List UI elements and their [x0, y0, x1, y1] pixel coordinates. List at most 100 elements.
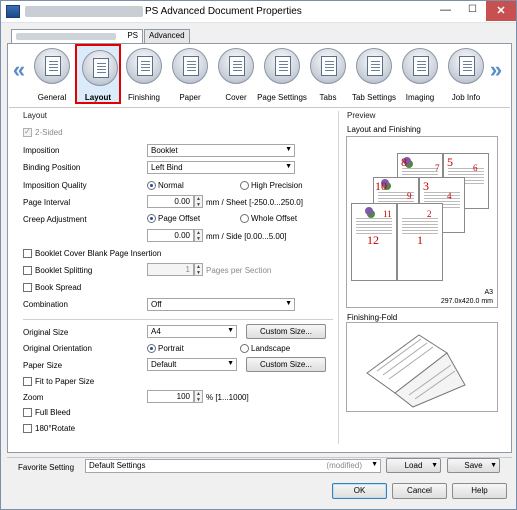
- book-spread-checkbox[interactable]: [23, 283, 32, 292]
- dialog-window: PS Advanced Document Properties — ☐ ✕ PS…: [0, 0, 517, 510]
- zoom-stepper[interactable]: ▲ ▼: [194, 390, 203, 403]
- custom-size-button-original[interactable]: Custom Size...: [246, 324, 326, 339]
- favorite-setting-select[interactable]: Default Settings (modified) ▼: [85, 459, 381, 473]
- imposition-select[interactable]: Booklet ▼: [147, 144, 295, 157]
- paper-icon: [172, 48, 208, 84]
- category-job-info[interactable]: Job Info: [443, 44, 489, 104]
- page-number: 11: [383, 209, 392, 219]
- creep-adjustment-label: Creep Adjustment: [23, 215, 87, 224]
- orientation-portrait-radio[interactable]: [147, 344, 156, 353]
- load-button[interactable]: Load ▼: [386, 458, 441, 473]
- creep-value-input[interactable]: 0.00: [147, 229, 194, 242]
- category-general[interactable]: General: [29, 44, 75, 104]
- maximize-button[interactable]: ☐: [459, 1, 486, 21]
- pages-per-section-stepper[interactable]: ▲ ▼: [194, 263, 203, 276]
- general-icon: [34, 48, 70, 84]
- original-size-select[interactable]: A4 ▼: [147, 325, 237, 338]
- folded-booklet-icon: [366, 334, 466, 408]
- layout-section-title: Layout: [23, 111, 48, 120]
- page-number: 3: [423, 179, 429, 193]
- tabs-icon: [310, 48, 346, 84]
- load-label: Load: [404, 461, 423, 470]
- zoom-label: Zoom: [23, 393, 44, 402]
- quality-high-label: High Precision: [251, 181, 303, 190]
- full-bleed-label: Full Bleed: [35, 408, 71, 417]
- save-button[interactable]: Save ▼: [447, 458, 500, 473]
- tab-bar: PS Advanced: [11, 29, 508, 44]
- book-spread-label: Book Spread: [35, 283, 82, 292]
- chevron-down-icon: ▼: [285, 300, 292, 307]
- favorite-setting-label: Favorite Setting: [18, 463, 75, 472]
- page-interval-input[interactable]: 0.00: [147, 195, 194, 208]
- preview-section-title: Preview: [347, 111, 376, 120]
- combination-value: Off: [151, 300, 162, 309]
- orientation-landscape-label: Landscape: [251, 344, 291, 353]
- scroll-left-icon[interactable]: «: [12, 56, 26, 86]
- help-button[interactable]: Help: [452, 483, 507, 499]
- tab-ps-label: PS: [127, 31, 138, 40]
- imposition-quality-label: Imposition Quality: [23, 181, 87, 190]
- blank-page-checkbox[interactable]: [23, 249, 32, 258]
- title-bar: PS Advanced Document Properties — ☐ ✕: [1, 1, 516, 23]
- category-strip: « General Layout Finishing Paper Cover P…: [8, 44, 511, 106]
- ok-button[interactable]: OK: [332, 483, 387, 499]
- layout-finishing-label: Layout and Finishing: [347, 125, 421, 134]
- page-interval-stepper[interactable]: ▲ ▼: [194, 195, 203, 208]
- creep-value-stepper[interactable]: ▲ ▼: [194, 229, 203, 242]
- minimize-button[interactable]: —: [432, 1, 459, 21]
- quality-high-radio[interactable]: [240, 181, 249, 190]
- flower-image-icon: [365, 207, 373, 215]
- window-title: PS Advanced Document Properties: [145, 6, 302, 17]
- imposition-value: Booklet: [151, 146, 178, 155]
- tab-ps[interactable]: PS: [11, 29, 143, 44]
- pages-per-section-input[interactable]: 1: [147, 263, 194, 276]
- cover-icon: [218, 48, 254, 84]
- orientation-landscape-radio[interactable]: [240, 344, 249, 353]
- tab-advanced[interactable]: Advanced: [144, 29, 190, 43]
- imaging-icon: [402, 48, 438, 84]
- favorite-setting-value: Default Settings: [89, 461, 146, 470]
- chevron-down-icon: ▼: [227, 327, 234, 334]
- creep-value-unit: mm / Side [0.00...5.00]: [206, 232, 287, 241]
- chevron-down-icon: ▼: [285, 163, 292, 170]
- job-info-icon: [448, 48, 484, 84]
- creep-whole-offset-radio[interactable]: [240, 214, 249, 223]
- tab-settings-icon: [356, 48, 392, 84]
- quality-normal-radio[interactable]: [147, 181, 156, 190]
- original-orientation-label: Original Orientation: [23, 344, 92, 353]
- finishing-icon: [126, 48, 162, 84]
- page-interval-unit: mm / Sheet [-250.0...250.0]: [206, 198, 303, 207]
- original-size-value: A4: [151, 327, 161, 336]
- creep-page-offset-radio[interactable]: [147, 214, 156, 223]
- rotate-checkbox[interactable]: [23, 424, 32, 433]
- page-interval-label: Page Interval: [23, 198, 71, 207]
- fit-to-paper-checkbox[interactable]: [23, 377, 32, 386]
- page-number: 6: [473, 163, 478, 173]
- chevron-down-icon[interactable]: ▼: [490, 459, 497, 472]
- custom-size-button-paper[interactable]: Custom Size...: [246, 357, 326, 372]
- page-number: 2: [427, 209, 432, 219]
- scroll-right-icon[interactable]: »: [489, 56, 503, 86]
- original-size-label: Original Size: [23, 328, 69, 337]
- blank-page-label: Booklet Cover Blank Page Insertion: [35, 249, 162, 258]
- cancel-button[interactable]: Cancel: [392, 483, 447, 499]
- binding-position-select[interactable]: Left Bind ▼: [147, 161, 295, 174]
- chevron-down-icon: ▼: [285, 146, 292, 153]
- printer-app-icon: [6, 5, 20, 18]
- page-number: 5: [447, 155, 453, 169]
- zoom-input[interactable]: 100: [147, 390, 194, 403]
- booklet-splitting-checkbox[interactable]: [23, 266, 32, 275]
- full-bleed-checkbox[interactable]: [23, 408, 32, 417]
- chevron-down-icon: ▼: [227, 360, 234, 367]
- paper-size-select[interactable]: Default ▼: [147, 358, 237, 371]
- fold-preview: [346, 322, 498, 412]
- section-separator: [23, 319, 333, 320]
- chevron-down-icon[interactable]: ▼: [431, 459, 438, 472]
- page-number: 1: [417, 233, 423, 247]
- combination-select[interactable]: Off ▼: [147, 298, 295, 311]
- two-sided-label: 2-Sided: [35, 128, 63, 137]
- booklet-preview: 8 5 6 7 10 3 4 9 12 1 2 11 A3 297.0x420.…: [346, 136, 498, 308]
- close-button[interactable]: ✕: [486, 1, 516, 21]
- two-sided-checkbox[interactable]: [23, 127, 32, 137]
- paper-size-value: Default: [151, 360, 177, 369]
